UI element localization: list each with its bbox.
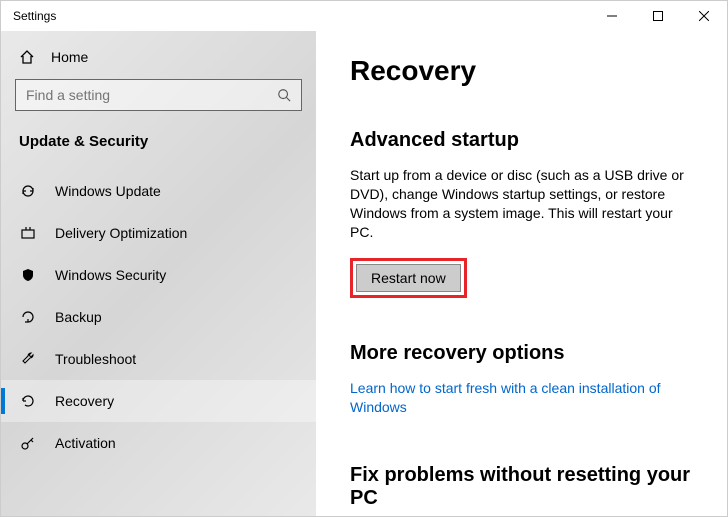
sidebar-item-label: Recovery <box>55 393 114 409</box>
sidebar-item-label: Backup <box>55 309 102 325</box>
key-icon <box>19 435 37 451</box>
shield-icon <box>19 267 37 283</box>
search-box[interactable] <box>15 79 302 111</box>
delivery-icon <box>19 225 37 241</box>
sidebar-item-label: Delivery Optimization <box>55 225 187 241</box>
sidebar-item-recovery[interactable]: Recovery <box>1 380 316 422</box>
sidebar-item-troubleshoot[interactable]: Troubleshoot <box>1 338 316 380</box>
advanced-startup-heading: Advanced startup <box>350 129 693 152</box>
sidebar-item-activation[interactable]: Activation <box>1 422 316 464</box>
search-icon <box>277 88 291 102</box>
sidebar: Home Update & Security Windows Update <box>1 31 316 516</box>
maximize-button[interactable] <box>635 1 681 31</box>
sidebar-item-label: Windows Update <box>55 183 161 199</box>
more-recovery-heading: More recovery options <box>350 342 693 365</box>
advanced-startup-desc: Start up from a device or disc (such as … <box>350 166 693 242</box>
window-title: Settings <box>13 9 56 23</box>
fresh-install-link[interactable]: Learn how to start fresh with a clean in… <box>350 379 693 418</box>
page-title: Recovery <box>350 55 693 87</box>
sidebar-item-windows-update[interactable]: Windows Update <box>1 170 316 212</box>
sidebar-item-backup[interactable]: Backup <box>1 296 316 338</box>
restart-now-button[interactable]: Restart now <box>356 264 461 292</box>
titlebar: Settings <box>1 1 727 31</box>
search-input[interactable] <box>26 87 277 103</box>
sync-icon <box>19 183 37 199</box>
fix-problems-heading: Fix problems without resetting your PC <box>350 464 693 510</box>
backup-icon <box>19 309 37 325</box>
sidebar-item-windows-security[interactable]: Windows Security <box>1 254 316 296</box>
recovery-icon <box>19 393 37 409</box>
sidebar-item-label: Activation <box>55 435 116 451</box>
sidebar-item-label: Troubleshoot <box>55 351 136 367</box>
category-header: Update & Security <box>1 129 316 170</box>
home-label: Home <box>51 49 88 65</box>
highlight-annotation: Restart now <box>350 258 467 298</box>
home-nav[interactable]: Home <box>1 39 316 79</box>
close-button[interactable] <box>681 1 727 31</box>
settings-window: Settings Home <box>0 0 728 517</box>
sidebar-item-delivery-optimization[interactable]: Delivery Optimization <box>1 212 316 254</box>
nav-list: Windows Update Delivery Optimization Win… <box>1 170 316 516</box>
home-icon <box>19 49 35 65</box>
minimize-button[interactable] <box>589 1 635 31</box>
content-pane: Recovery Advanced startup Start up from … <box>316 31 727 516</box>
sidebar-item-label: Windows Security <box>55 267 166 283</box>
wrench-icon <box>19 351 37 367</box>
